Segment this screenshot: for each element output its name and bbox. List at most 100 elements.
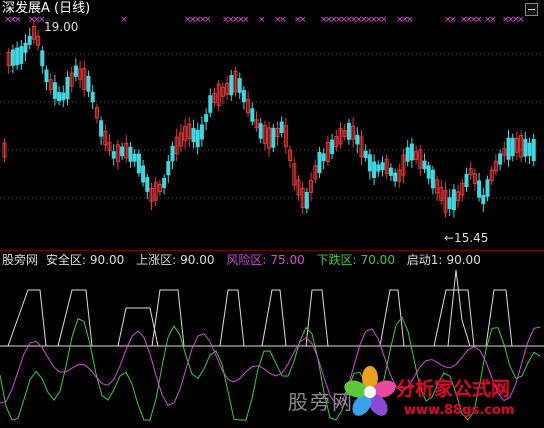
candle-body xyxy=(409,143,414,161)
candle-body xyxy=(464,173,469,187)
candle-body xyxy=(531,138,536,162)
candle-body xyxy=(19,46,24,64)
candle-body xyxy=(44,69,49,83)
rise-value: 90.00 xyxy=(180,253,215,267)
candle-body xyxy=(145,177,150,192)
candle-body xyxy=(355,134,360,145)
candle-body xyxy=(422,160,427,170)
candle-body xyxy=(250,108,255,122)
candle-body xyxy=(86,75,91,92)
candle-body xyxy=(199,124,204,140)
candle-body xyxy=(141,165,146,183)
candle-body xyxy=(229,75,234,96)
indicator-item-fall: 下跌区: 70.00 xyxy=(317,253,399,267)
candle-body xyxy=(40,50,45,67)
candle-body xyxy=(99,120,104,137)
fall-label: 下跌区: xyxy=(316,253,357,267)
candle-body xyxy=(430,169,435,189)
start-signal-pulse xyxy=(7,289,47,347)
candle-body xyxy=(510,137,515,157)
risk-value: 75.00 xyxy=(270,253,305,267)
candle-body xyxy=(52,82,57,99)
candle-body xyxy=(393,172,398,182)
risk-label: 风险区: xyxy=(226,253,267,267)
candle-body xyxy=(237,78,242,93)
candle-body xyxy=(317,151,322,174)
signal-marker: × xyxy=(204,15,212,25)
candle-body xyxy=(132,153,137,162)
candle-body xyxy=(170,145,175,162)
signal-marker: × xyxy=(258,15,266,25)
signal-marker: × xyxy=(449,15,457,25)
safe-label: 安全区: xyxy=(45,253,86,267)
signal-marker: × xyxy=(489,15,497,25)
candle-body xyxy=(447,197,452,210)
candle-body xyxy=(57,91,62,102)
candle-body xyxy=(120,146,125,157)
brand-url: www.88gs.com xyxy=(404,403,515,418)
candle-body xyxy=(321,153,326,162)
fall-value: 70.00 xyxy=(360,253,395,267)
start-signal-pulse xyxy=(57,289,93,347)
high-price-label: 19.00 xyxy=(44,20,79,34)
low-price-label: ←15.45 xyxy=(444,231,489,245)
candle-body xyxy=(380,162,385,171)
candle-body xyxy=(111,151,116,159)
start-signal-pulse xyxy=(305,289,329,347)
candle-body xyxy=(523,138,528,157)
indicator-item-risk: 风险区: 75.00 xyxy=(226,253,308,267)
signal-marker: × xyxy=(279,15,287,25)
candle-body xyxy=(498,153,503,165)
candle-body xyxy=(485,179,490,197)
candle-body xyxy=(65,76,70,100)
candle-body xyxy=(271,127,276,148)
signal-marker: × xyxy=(406,15,414,25)
start-signal-pulse xyxy=(261,289,287,347)
chart-canvas: ××× ××× × ××××× ××××× × ×× ×× ××××××××××××× ××× ××… xyxy=(0,15,544,421)
candle-body xyxy=(204,114,209,122)
candle-body xyxy=(367,154,372,172)
candle-body xyxy=(90,91,95,103)
indicator-name: 股旁网 xyxy=(2,253,39,267)
candle-body xyxy=(506,137,511,160)
candle-body xyxy=(195,129,200,148)
indicator-header: 股旁网 安全区: 90.00 上涨区: 90.00 风险区: 75.00 下跌区: 70… xyxy=(2,251,489,269)
signal-marker: × xyxy=(242,15,250,25)
candle-body xyxy=(241,89,246,103)
signal-marker: × xyxy=(380,15,388,25)
rise-signal-pulse xyxy=(447,269,471,347)
rise-signal-pulse xyxy=(117,307,159,347)
candle-body xyxy=(346,122,351,140)
candle-body xyxy=(191,127,196,143)
start-value: 90.00 xyxy=(446,253,481,267)
start-signal-pulse xyxy=(379,289,405,347)
candle-body xyxy=(451,189,456,211)
candle-body xyxy=(481,194,486,205)
indicator-item-rise: 上涨区: 90.00 xyxy=(136,253,218,267)
start-label: 启动1: xyxy=(406,253,443,267)
signal-marker: × xyxy=(517,15,525,25)
candle-body xyxy=(61,92,66,101)
start-signal-pulse xyxy=(433,289,475,347)
candle-body xyxy=(15,47,20,66)
brand-name: 分析家公式网 xyxy=(396,378,511,400)
indicator-item-start: 启动1: 90.00 xyxy=(407,253,485,267)
rise-label: 上涨区: xyxy=(136,253,177,267)
signal-marker: × xyxy=(14,15,22,25)
candle-body xyxy=(136,153,141,174)
candle-body xyxy=(23,42,28,53)
candle-body xyxy=(166,161,171,176)
candle-body xyxy=(405,147,410,162)
stock-chart-window: { "window": { "title": "深发展A (日线)" }, "p… xyxy=(0,0,544,428)
candle-body xyxy=(376,164,381,172)
candle-body xyxy=(10,49,15,66)
signal-marker: × xyxy=(299,15,307,25)
candle-body xyxy=(477,180,482,198)
candle-body xyxy=(527,142,532,156)
candle-body xyxy=(162,177,167,188)
candle-body xyxy=(304,191,309,209)
candle-body xyxy=(128,146,133,162)
candle-body xyxy=(73,65,78,77)
candle-body xyxy=(208,95,213,113)
start-signal-pulse xyxy=(219,289,245,347)
